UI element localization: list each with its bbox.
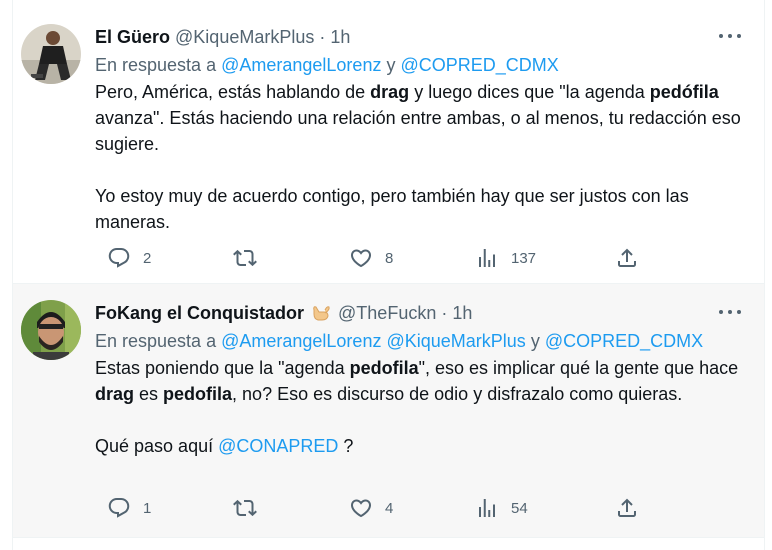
author-handle[interactable]: @TheFuckn bbox=[338, 303, 436, 323]
more-options-button[interactable] bbox=[718, 25, 742, 45]
tweet-header: FoKang el Conquistador @TheFuckn · 1h bbox=[95, 302, 472, 324]
dot-icon bbox=[719, 34, 723, 38]
mention-link[interactable]: @AmerangelLorenz bbox=[221, 331, 381, 351]
text-run: Pero, América, estás hablando de bbox=[95, 82, 371, 102]
avatar[interactable] bbox=[21, 24, 81, 84]
share-button[interactable] bbox=[615, 496, 639, 520]
reply-icon bbox=[108, 248, 130, 268]
retweet-icon bbox=[233, 499, 257, 517]
dot-icon bbox=[728, 310, 732, 314]
dot-icon bbox=[728, 34, 732, 38]
text-run: Estas poniendo que la "agenda bbox=[95, 358, 350, 378]
reply-count: 1 bbox=[143, 499, 152, 517]
like-button[interactable]: 4 bbox=[349, 496, 393, 520]
heart-icon bbox=[350, 499, 372, 518]
like-count: 8 bbox=[385, 249, 394, 267]
text-run-bold: pedofila bbox=[163, 384, 233, 404]
reply-button[interactable]: 1 bbox=[107, 496, 151, 520]
text-run: , no? Eso es discurso de odio y disfraza… bbox=[232, 384, 683, 404]
mention-link[interactable]: @COPRED_CDMX bbox=[545, 331, 703, 351]
text-run: Qué paso aquí bbox=[95, 436, 219, 456]
text-run: avanza". Estás haciendo una relación ent… bbox=[95, 108, 741, 154]
timestamp[interactable]: 1h bbox=[452, 303, 472, 323]
heart-icon bbox=[350, 249, 372, 268]
text-run: ", eso es implicar qué la gente que hace bbox=[418, 358, 739, 378]
like-button[interactable]: 8 bbox=[349, 246, 393, 270]
reply-button[interactable]: 2 bbox=[107, 246, 151, 270]
call-me-hand-icon bbox=[311, 304, 331, 322]
retweet-icon bbox=[233, 249, 257, 267]
text-paragraph: Yo estoy muy de acuerdo contigo, pero ta… bbox=[95, 186, 689, 232]
timeline-right-border bbox=[764, 0, 765, 550]
reply-icon bbox=[108, 498, 130, 518]
author-handle[interactable]: @KiqueMarkPlus bbox=[175, 27, 314, 47]
reply-prefix: En respuesta a bbox=[95, 55, 217, 75]
reply-context: En respuesta a @AmerangelLorenz y @COPRE… bbox=[95, 54, 559, 76]
share-icon bbox=[618, 248, 636, 267]
share-button[interactable] bbox=[615, 246, 639, 270]
text-run-bold: drag bbox=[95, 384, 135, 404]
tweet-text: Pero, América, estás hablando de drag y … bbox=[95, 79, 745, 235]
view-count: 54 bbox=[511, 499, 528, 517]
reply-count: 2 bbox=[143, 249, 152, 267]
mention-link[interactable]: @AmerangelLorenz bbox=[221, 55, 381, 75]
reply-joiner: y bbox=[530, 331, 540, 351]
share-icon bbox=[618, 498, 636, 517]
views-button[interactable]: 137 bbox=[475, 246, 536, 270]
dot-icon bbox=[719, 310, 723, 314]
tweet-header: El Güero @KiqueMarkPlus · 1h bbox=[95, 26, 350, 48]
text-run: ? bbox=[338, 436, 354, 456]
views-button[interactable]: 54 bbox=[475, 496, 528, 520]
text-run: y luego dices que "la agenda bbox=[409, 82, 650, 102]
separator: · bbox=[319, 27, 326, 47]
avatar[interactable] bbox=[21, 300, 81, 360]
reply-prefix: En respuesta a bbox=[95, 331, 217, 351]
view-count: 137 bbox=[511, 249, 537, 267]
views-chart-icon bbox=[479, 499, 495, 517]
text-run-bold: pedofila bbox=[349, 358, 419, 378]
like-count: 4 bbox=[385, 499, 394, 517]
text-run-bold: drag bbox=[370, 82, 410, 102]
tweet-divider bbox=[13, 537, 764, 538]
dot-icon bbox=[737, 310, 741, 314]
timestamp[interactable]: 1h bbox=[330, 27, 350, 47]
text-run: es bbox=[134, 384, 164, 404]
retweet-button[interactable] bbox=[233, 246, 257, 270]
mention-link[interactable]: @COPRED_CDMX bbox=[400, 55, 558, 75]
mention-link[interactable]: @CONAPRED bbox=[218, 436, 338, 456]
author-name[interactable]: El Güero bbox=[95, 27, 170, 47]
reply-joiner: y bbox=[386, 55, 396, 75]
more-options-button[interactable] bbox=[718, 301, 742, 321]
views-chart-icon bbox=[479, 249, 495, 267]
reply-context: En respuesta a @AmerangelLorenz @KiqueMa… bbox=[95, 330, 703, 352]
tweet-text: Estas poniendo que la "agenda pedofila",… bbox=[95, 355, 745, 459]
dot-icon bbox=[737, 34, 741, 38]
separator: · bbox=[441, 303, 448, 323]
retweet-button[interactable] bbox=[233, 496, 257, 520]
text-run-bold: pedófila bbox=[649, 82, 719, 102]
author-name[interactable]: FoKang el Conquistador bbox=[95, 303, 304, 323]
mention-link[interactable]: @KiqueMarkPlus bbox=[386, 331, 525, 351]
